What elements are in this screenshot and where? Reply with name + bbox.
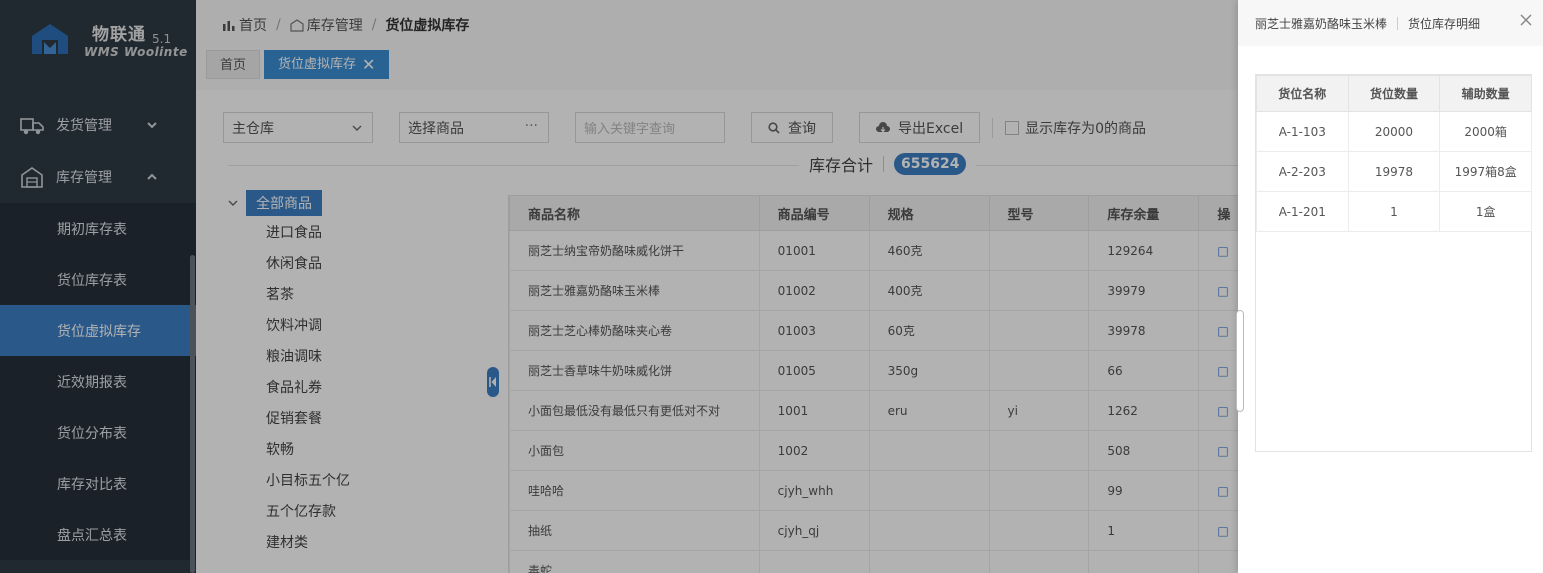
cell-location-qty: 20000: [1347, 111, 1441, 152]
table-header-row: 货位名称 货位数量 辅助数量: [1256, 75, 1532, 112]
column-header: 货位数量: [1347, 75, 1441, 112]
cell-location: A-2-203: [1256, 151, 1349, 192]
cell-location-qty: 19978: [1347, 151, 1441, 192]
column-header: 货位名称: [1256, 75, 1349, 112]
column-header: 辅助数量: [1439, 75, 1532, 112]
location-table: 货位名称 货位数量 辅助数量 A-1-103 20000 2000箱 A-2-2…: [1256, 75, 1532, 232]
drawer-header: 丽芝士雅嘉奶酪味玉米棒 货位库存明细: [1238, 0, 1543, 46]
cell-aux-qty: 1997箱8盒: [1439, 151, 1532, 192]
cell-location-qty: 1: [1347, 191, 1441, 232]
drawer-product-name: 丽芝士雅嘉奶酪味玉米棒: [1255, 16, 1388, 31]
table-row: A-2-203 19978 1997箱8盒: [1256, 151, 1532, 192]
cell-location: A-1-103: [1256, 111, 1349, 152]
drawer-title: 货位库存明细: [1408, 16, 1481, 31]
cell-location: A-1-201: [1256, 191, 1349, 232]
stock-detail-drawer: 丽芝士雅嘉奶酪味玉米棒 货位库存明细 货位名称 货位数量 辅助数量 A-1-10…: [1238, 0, 1543, 573]
modal-overlay[interactable]: [0, 0, 1238, 573]
location-table-wrapper: 货位名称 货位数量 辅助数量 A-1-103 20000 2000箱 A-2-2…: [1255, 74, 1532, 452]
cell-aux-qty: 2000箱: [1439, 111, 1532, 152]
close-icon[interactable]: [1519, 13, 1533, 27]
drawer-title-divider: [1397, 16, 1399, 30]
table-row: A-1-201 1 1盒: [1256, 191, 1532, 232]
table-row: A-1-103 20000 2000箱: [1256, 111, 1532, 152]
cell-aux-qty: 1盒: [1439, 191, 1532, 232]
drawer-resize-handle[interactable]: [1236, 310, 1244, 412]
